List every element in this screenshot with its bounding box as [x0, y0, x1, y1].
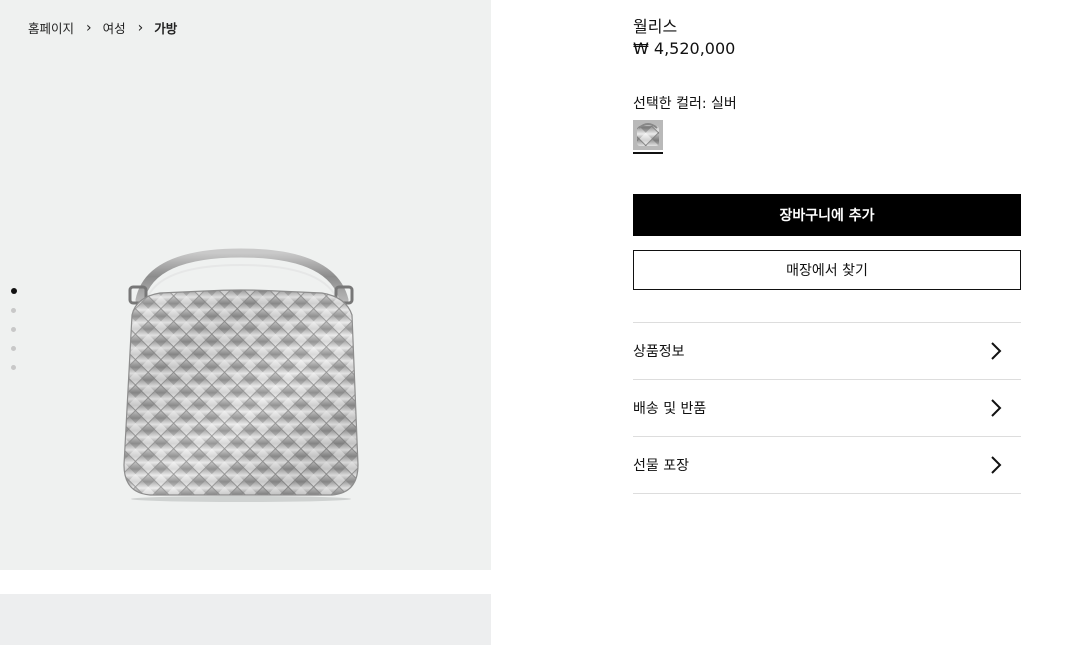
product-image[interactable] [110, 245, 372, 503]
gallery-dot-5[interactable] [11, 365, 16, 370]
color-swatch-silver[interactable] [633, 120, 663, 150]
gallery-dot-1[interactable] [10, 288, 17, 294]
product-title: 월리스 [633, 17, 678, 36]
breadcrumb: 홈페이지 › 여성 › 가방 [28, 18, 177, 37]
accordion-label: 선물 포장 [633, 458, 689, 474]
product-accordion: 상품정보 배송 및 반품 선물 포장 [633, 322, 1021, 494]
product-price: ₩ 4,520,000 [633, 39, 736, 58]
gallery-dot-4[interactable] [11, 346, 16, 351]
product-gallery: 홈페이지 › 여성 › 가방 [0, 0, 491, 570]
selected-color-label: 선택한 컬러: 실버 [633, 96, 737, 112]
accordion-gift-wrap[interactable]: 선물 포장 [633, 437, 1021, 494]
gallery-dot-2[interactable] [11, 308, 16, 313]
swatch-selected-indicator [633, 152, 663, 154]
accordion-shipping-returns[interactable]: 배송 및 반품 [633, 380, 1021, 437]
accordion-label: 배송 및 반품 [633, 401, 707, 417]
breadcrumb-women-link[interactable]: 여성 [103, 18, 126, 37]
gallery-dot-3[interactable] [11, 327, 16, 332]
chevron-right-icon [991, 399, 1002, 417]
breadcrumb-current: 가방 [154, 21, 178, 36]
chevron-right-icon: › [86, 19, 92, 36]
gallery-next-image [0, 594, 491, 645]
accordion-product-info[interactable]: 상품정보 [633, 323, 1021, 380]
accordion-label: 상품정보 [633, 344, 685, 360]
add-to-cart-button[interactable]: 장바구니에 추가 [633, 194, 1021, 236]
chevron-right-icon: › [137, 19, 144, 36]
breadcrumb-home-link[interactable]: 홈페이지 [28, 18, 74, 37]
find-in-store-button[interactable]: 매장에서 찾기 [633, 250, 1021, 290]
chevron-right-icon [991, 342, 1002, 360]
gallery-pagination [10, 288, 17, 370]
chevron-right-icon [991, 456, 1002, 474]
